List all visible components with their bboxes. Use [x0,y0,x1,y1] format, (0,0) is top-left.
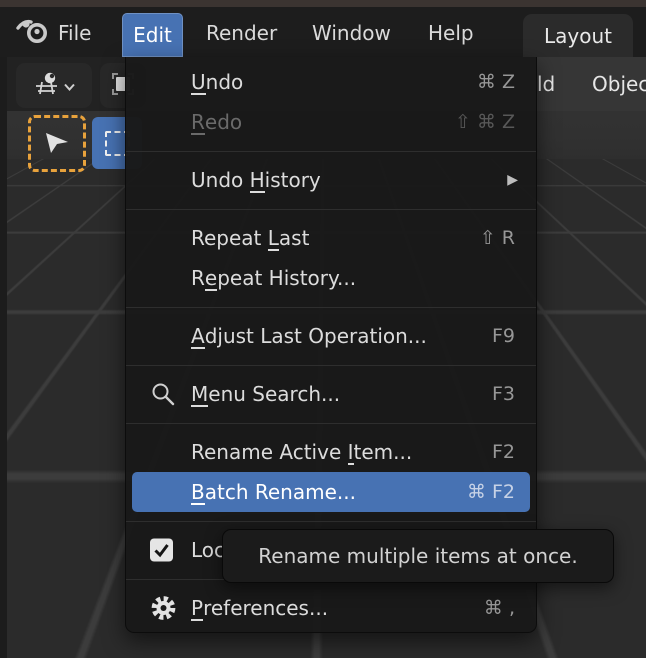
editor-type-button[interactable] [16,63,92,108]
menu-item-menu-search[interactable]: Menu Search... F3 [132,374,530,414]
menu-separator [126,200,536,218]
menu-item-batch-rename[interactable]: Batch Rename... ⌘ F2 [132,472,530,512]
menu-item-undo[interactable]: Undo ⌘ Z [132,62,530,102]
menu-item-shortcut: ⌘ Z [477,71,515,93]
checkmark-icon [153,542,170,559]
menu-item-shortcut: F2 [492,441,515,463]
submenu-arrow-icon: ▶ [507,172,518,188]
menubar-item-file[interactable]: File [58,21,91,45]
chevron-down-icon [64,76,75,95]
menu-item-redo: Redo ⇧ ⌘ Z [132,102,530,142]
tweak-tool-button[interactable] [28,115,86,172]
menubar-item-add-partial[interactable]: ld [537,72,555,96]
menubar-item-help[interactable]: Help [428,21,474,45]
menu-item-label: Loc [191,538,225,562]
menu-item-repeat-history[interactable]: Repeat History... [132,258,530,298]
menu-separator [126,298,536,316]
menu-separator [126,414,536,432]
menubar-item-window[interactable]: Window [312,21,391,45]
menu-item-label: Preferences... [191,596,328,621]
menu-item-label: Menu Search... [191,382,340,407]
tab-layout[interactable]: Layout [523,14,633,57]
menu-item-label: Rename Active Item... [191,440,412,465]
window-edge-gutter [0,57,7,658]
blender-window: ld Objec [0,0,646,658]
menu-item-shortcut: ⇧ R [480,227,515,249]
view-perspective-label: User Pers [22,185,116,209]
blender-logo-icon[interactable] [16,16,52,50]
menu-item-label: Adjust Last Operation... [191,324,427,349]
menu-separator [126,512,536,530]
menu-item-shortcut: F9 [492,325,515,347]
menu-item-rename-active-item[interactable]: Rename Active Item... F2 [132,432,530,472]
tooltip-text: Rename multiple items at once. [258,544,577,568]
menu-item-shortcut: ⌘ , [484,597,515,619]
menu-separator [126,142,536,160]
menu-item-label: Repeat Last [191,226,309,251]
menubar-item-edit[interactable]: Edit [122,13,183,57]
editor-type-icon [33,70,60,101]
window-top-strip [0,0,646,7]
menubar-item-object-partial[interactable]: Objec [592,72,646,96]
menu-separator [126,356,536,374]
menu-item-shortcut: ⇧ ⌘ Z [455,111,515,133]
menu-item-label: Repeat History... [191,266,356,291]
collection-label: (0) Tables [22,221,119,245]
menu-item-label: Batch Rename... [191,480,356,505]
topbar: File Edit Render Window Help Layout [0,0,646,57]
menubar-item-render[interactable]: Render [206,21,277,45]
lock-object-modes-checkbox[interactable] [150,539,173,562]
menu-item-shortcut: ⌘ F2 [467,481,515,503]
menu-item-shortcut: F3 [492,383,515,405]
menu-item-repeat-last[interactable]: Repeat Last ⇧ R [132,218,530,258]
menu-item-preferences[interactable]: Preferences... ⌘ , [132,588,530,628]
tooltip: Rename multiple items at once. [222,529,614,583]
menu-item-label: Undo History [191,168,321,193]
menu-item-adjust-last-operation[interactable]: Adjust Last Operation... F9 [132,316,530,356]
menu-item-label: Undo [191,70,243,95]
menu-item-undo-history[interactable]: Undo History ▶ [132,160,530,200]
menu-item-label: Redo [191,110,242,135]
cursor-arrow-icon [42,127,72,161]
search-icon [150,381,176,407]
gear-icon [150,595,177,622]
